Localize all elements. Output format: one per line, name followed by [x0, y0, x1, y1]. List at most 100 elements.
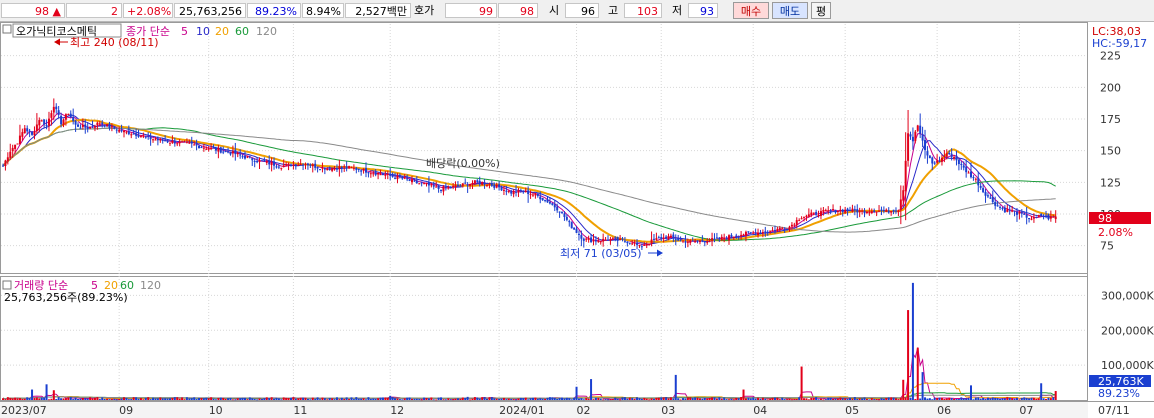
candle-body — [495, 184, 498, 188]
sell-button[interactable]: 매도 — [772, 2, 808, 19]
volume-panel-menu-icon[interactable] — [2, 280, 12, 290]
volume-bar — [832, 398, 835, 400]
candle-body — [650, 239, 653, 244]
candle-body — [236, 153, 239, 155]
candle-body — [594, 240, 597, 242]
volume-bar — [645, 398, 648, 400]
volume-bar — [338, 399, 341, 400]
candle-body — [865, 211, 868, 213]
volume-bar — [829, 397, 832, 400]
low-label: 저 — [672, 4, 683, 17]
candle-body — [21, 132, 24, 137]
volume-bar — [875, 399, 878, 400]
volume-bar — [282, 397, 285, 400]
candle-body — [766, 231, 769, 233]
panel-menu-icon[interactable] — [2, 24, 12, 34]
volume-bar — [89, 397, 92, 400]
volume-bar — [454, 398, 457, 400]
volume-bar — [483, 397, 486, 400]
candle-body — [164, 139, 167, 142]
volume-bar — [505, 399, 508, 400]
candle-body — [977, 177, 980, 186]
candle-body — [231, 151, 234, 154]
stock-chart[interactable]: 75100125150175200225100,000K200,000K300,… — [0, 22, 1154, 418]
candle-body — [863, 210, 866, 214]
volume-bar — [812, 397, 815, 400]
candle-body — [1042, 216, 1045, 218]
candle-body — [350, 167, 353, 169]
volume-bar — [84, 398, 87, 400]
volume-bar — [125, 397, 128, 400]
volume-bar — [899, 397, 902, 400]
volume-bar — [880, 398, 883, 400]
candle-body — [381, 173, 384, 175]
volume-bar — [962, 398, 965, 400]
candle-body — [827, 210, 830, 212]
candle-body — [928, 155, 931, 159]
volume-bar — [607, 399, 609, 401]
candle-body — [587, 238, 590, 240]
volume-bar — [878, 399, 881, 401]
current-ratio-tag: 89.23% — [1098, 387, 1140, 400]
candle-body — [77, 124, 80, 127]
candle-body — [103, 125, 106, 127]
buy-button[interactable]: 매수 — [733, 2, 769, 19]
volume-bar — [696, 397, 699, 400]
volume-bar — [807, 399, 810, 401]
candle-body — [803, 216, 806, 218]
volume-bar — [1032, 397, 1035, 400]
volume-bar — [907, 310, 910, 400]
candle-body — [50, 113, 53, 118]
volume-bar — [219, 397, 222, 400]
x-tick-label: 09 — [119, 404, 133, 417]
x-tick-label: 07/11 — [1098, 404, 1130, 417]
candle-body — [227, 151, 230, 153]
volume-bar — [563, 398, 566, 400]
candle-body — [590, 237, 593, 243]
volume-bar — [742, 389, 745, 400]
candle-body — [176, 143, 179, 145]
volume-bar — [764, 398, 767, 400]
volume-bar — [885, 397, 888, 400]
volume-bar — [413, 398, 416, 400]
candle-body — [244, 156, 246, 159]
candle-body — [1020, 212, 1023, 214]
volume-bar — [507, 398, 510, 400]
candle-body — [957, 159, 960, 165]
volume-bar — [587, 398, 590, 400]
candle-body — [427, 182, 430, 186]
volume-bar — [154, 398, 157, 400]
volume-bar — [120, 398, 123, 400]
svg-text:98: 98 — [1098, 212, 1112, 225]
volume-bar — [423, 397, 426, 400]
candle-body — [135, 133, 138, 136]
volume-value: 25,763,256 — [174, 3, 246, 18]
candle-body — [573, 227, 576, 230]
volume-bar — [744, 398, 747, 400]
candle-body — [614, 237, 617, 239]
candle-body — [880, 209, 883, 211]
volume-bar — [512, 399, 515, 400]
candle-body — [166, 140, 169, 143]
candle-body — [258, 160, 261, 162]
candle-body — [815, 211, 818, 215]
average-button[interactable]: 평 — [811, 2, 831, 19]
volume-bar — [306, 398, 309, 400]
candle-body — [268, 160, 271, 165]
candle-body — [43, 119, 46, 125]
volume-bar — [239, 398, 242, 400]
candle-body — [449, 187, 452, 189]
candle-body — [144, 136, 147, 138]
candle-body — [476, 180, 479, 182]
volume-bar — [57, 397, 60, 400]
volume-bar — [853, 397, 856, 400]
candle-body — [123, 130, 125, 133]
volume-bar — [181, 397, 184, 400]
volume-bar — [362, 398, 365, 400]
candle-body — [306, 163, 309, 166]
volume-bar — [183, 399, 186, 401]
price-tick-label: 200 — [1100, 81, 1121, 94]
candle-body — [108, 123, 111, 128]
volume-bar — [773, 397, 776, 400]
volume-bar — [326, 399, 329, 401]
